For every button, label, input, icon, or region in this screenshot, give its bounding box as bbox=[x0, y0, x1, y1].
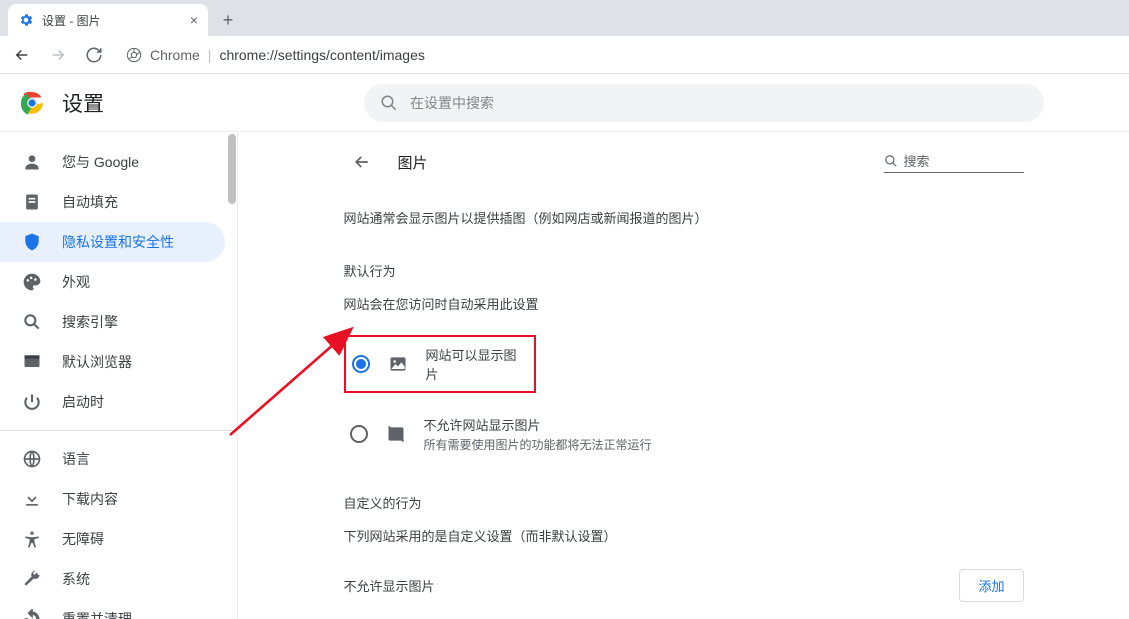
palette-icon bbox=[22, 272, 42, 292]
settings-content: 图片 搜索 网站通常会显示图片以提供插图（例如网店或新闻报道的图片） 默认行为 … bbox=[238, 74, 1129, 619]
search-icon bbox=[380, 94, 398, 112]
url-field[interactable]: Chrome | chrome://settings/content/image… bbox=[118, 43, 1119, 67]
power-icon bbox=[22, 392, 42, 412]
sidebar-item-label: 启动时 bbox=[62, 392, 104, 412]
chrome-badge-icon bbox=[126, 47, 142, 63]
option-block-sublabel: 所有需要使用图片的功能都将无法正常运行 bbox=[424, 436, 652, 453]
image-off-icon bbox=[386, 424, 406, 444]
default-behavior-title: 默认行为 bbox=[344, 261, 1024, 280]
back-button[interactable] bbox=[344, 144, 380, 180]
settings-sidebar: 您与 Google 自动填充 隐私设置和安全性 外观 搜索引擎 默认浏览器 启动… bbox=[0, 74, 238, 619]
default-behavior-sub: 网站会在您访问时自动采用此设置 bbox=[344, 294, 1024, 313]
content-description: 网站通常会显示图片以提供插图（例如网店或新闻报道的图片） bbox=[344, 208, 1024, 227]
autofill-icon bbox=[22, 192, 42, 212]
sidebar-item-language[interactable]: 语言 bbox=[0, 439, 225, 479]
reset-icon bbox=[22, 609, 42, 619]
shield-icon bbox=[22, 232, 42, 252]
accessibility-icon bbox=[22, 529, 42, 549]
sidebar-item-downloads[interactable]: 下载内容 bbox=[0, 479, 225, 519]
chrome-logo-icon bbox=[20, 91, 44, 115]
browser-tab-strip: 设置 - 图片 × + bbox=[0, 0, 1129, 36]
person-icon bbox=[22, 152, 42, 172]
sidebar-item-label: 隐私设置和安全性 bbox=[62, 232, 174, 252]
add-button[interactable]: 添加 bbox=[959, 569, 1023, 602]
sidebar-item-label: 自动填充 bbox=[62, 192, 118, 212]
sidebar-item-label: 您与 Google bbox=[62, 152, 139, 172]
sidebar-item-you-and-google[interactable]: 您与 Google bbox=[0, 142, 225, 182]
download-icon bbox=[22, 489, 42, 509]
reload-button[interactable] bbox=[82, 43, 106, 67]
search-icon bbox=[22, 312, 42, 332]
sidebar-item-label: 搜索引擎 bbox=[62, 312, 118, 332]
sidebar-item-label: 外观 bbox=[62, 272, 90, 292]
option-block-images[interactable]: 不允许网站显示图片 所有需要使用图片的功能都将无法正常运行 bbox=[344, 405, 1024, 463]
sidebar-item-default-browser[interactable]: 默认浏览器 bbox=[0, 342, 225, 382]
radio-button-unchecked[interactable] bbox=[350, 425, 368, 443]
tab-title: 设置 - 图片 bbox=[42, 12, 101, 29]
sidebar-item-label: 默认浏览器 bbox=[62, 352, 132, 372]
sidebar-item-label: 无障碍 bbox=[62, 529, 104, 549]
sidebar-item-label: 重置并清理 bbox=[62, 609, 132, 619]
globe-icon bbox=[22, 449, 42, 469]
image-icon bbox=[388, 354, 408, 374]
search-icon bbox=[884, 154, 898, 168]
inline-search[interactable]: 搜索 bbox=[884, 151, 1024, 173]
gear-icon bbox=[18, 12, 34, 28]
custom-behavior-title: 自定义的行为 bbox=[344, 493, 1024, 512]
settings-search-input[interactable] bbox=[410, 95, 1028, 111]
sidebar-item-privacy-security[interactable]: 隐私设置和安全性 bbox=[0, 222, 225, 262]
sidebar-item-startup[interactable]: 启动时 bbox=[0, 382, 225, 422]
wrench-icon bbox=[22, 569, 42, 589]
sidebar-item-autofill[interactable]: 自动填充 bbox=[0, 182, 225, 222]
sidebar-item-appearance[interactable]: 外观 bbox=[0, 262, 225, 302]
url-separator: | bbox=[208, 47, 212, 63]
sidebar-item-accessibility[interactable]: 无障碍 bbox=[0, 519, 225, 559]
scrollbar-thumb[interactable] bbox=[228, 134, 236, 204]
option-allow-images[interactable]: 网站可以显示图片 bbox=[344, 335, 536, 393]
sidebar-item-label: 语言 bbox=[62, 449, 90, 469]
new-tab-button[interactable]: + bbox=[214, 6, 242, 34]
inline-search-label: 搜索 bbox=[904, 151, 930, 170]
custom-behavior-sub: 下列网站采用的是自定义设置（而非默认设置） bbox=[344, 526, 1024, 545]
url-chrome-label: Chrome bbox=[150, 47, 200, 63]
address-bar: Chrome | chrome://settings/content/image… bbox=[0, 36, 1129, 74]
option-allow-label: 网站可以显示图片 bbox=[426, 345, 528, 383]
sidebar-divider bbox=[0, 430, 237, 431]
settings-search[interactable] bbox=[364, 84, 1044, 122]
back-button[interactable] bbox=[10, 43, 34, 67]
option-block-label: 不允许网站显示图片 bbox=[424, 415, 652, 434]
close-icon[interactable]: × bbox=[190, 12, 198, 28]
content-title: 图片 bbox=[398, 152, 866, 173]
sidebar-item-label: 下载内容 bbox=[62, 489, 118, 509]
browser-tab[interactable]: 设置 - 图片 × bbox=[8, 4, 208, 36]
empty-list-text: 未添加任何网站 bbox=[344, 602, 1024, 619]
sidebar-item-search-engine[interactable]: 搜索引擎 bbox=[0, 302, 225, 342]
sidebar-item-system[interactable]: 系统 bbox=[0, 559, 225, 599]
settings-header: 设置 bbox=[0, 74, 1129, 132]
radio-button-checked[interactable] bbox=[352, 355, 370, 373]
forward-button[interactable] bbox=[46, 43, 70, 67]
block-list-title: 不允许显示图片 bbox=[344, 576, 435, 595]
sidebar-item-reset[interactable]: 重置并清理 bbox=[0, 599, 225, 619]
url-path: chrome://settings/content/images bbox=[219, 47, 424, 63]
sidebar-item-label: 系统 bbox=[62, 569, 90, 589]
browser-icon bbox=[22, 352, 42, 372]
page-title: 设置 bbox=[62, 88, 104, 118]
